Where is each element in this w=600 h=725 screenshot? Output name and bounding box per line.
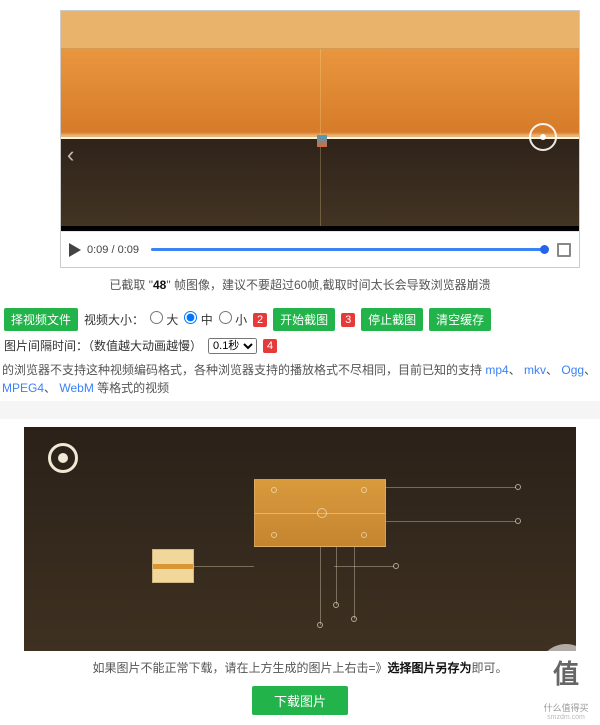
- download-button[interactable]: 下载图片: [252, 686, 348, 715]
- fullscreen-icon[interactable]: [557, 243, 571, 257]
- badge-3: 3: [341, 313, 355, 327]
- size-label: 视频大小：: [84, 311, 144, 328]
- diagram-block-small: [152, 549, 194, 583]
- interval-label: 图片间隔时间：（数值越大动画越慢）: [4, 337, 202, 354]
- format-link-mp4[interactable]: mp4: [485, 363, 508, 377]
- download-hint: 如果图片不能正常下载，请在上方生成的图片上右击=》选择图片另存为即可。: [4, 659, 596, 676]
- prev-arrow-icon[interactable]: ‹: [67, 142, 74, 168]
- target-ring-icon: [529, 123, 557, 151]
- target-ring-icon: [48, 443, 78, 473]
- video-time: 0:09 / 0:09: [87, 244, 139, 256]
- seek-bar[interactable]: [151, 248, 545, 251]
- capture-status: 已截取 "48" 帧图像，建议不要超过60帧,截取时间太长会导致浏览器崩溃: [4, 276, 596, 293]
- compat-note: 的浏览器不支持这种视频编码格式，各种浏览器支持的播放格式不尽相同，目前已知的支持…: [0, 357, 600, 401]
- size-medium-radio[interactable]: 中: [184, 311, 212, 328]
- format-link-webm[interactable]: WebM: [59, 381, 93, 395]
- stop-capture-button[interactable]: 停止截图: [361, 308, 423, 331]
- delay-select[interactable]: 0.1秒: [208, 338, 257, 354]
- format-link-ogg[interactable]: Ogg: [561, 363, 584, 377]
- format-link-mkv[interactable]: mkv: [524, 363, 546, 377]
- size-small-radio[interactable]: 小: [219, 311, 247, 328]
- video-frame: ‹: [61, 11, 579, 226]
- badge-4: 4: [263, 339, 277, 353]
- clear-cache-button[interactable]: 清空缓存: [429, 308, 491, 331]
- start-capture-button[interactable]: 开始截图: [273, 308, 335, 331]
- badge-2: 2: [253, 313, 267, 327]
- video-player[interactable]: ‹ 0:09 / 0:09: [60, 10, 580, 268]
- options-toolbar: 择视频文件 视频大小： 大 中 小 2 开始截图 3 停止截图 清空缓存 图片间…: [0, 305, 600, 357]
- choose-file-button[interactable]: 择视频文件: [4, 308, 78, 331]
- video-controls: 0:09 / 0:09: [61, 231, 579, 267]
- output-preview: [24, 427, 576, 651]
- format-link-mpeg4[interactable]: MPEG4: [2, 381, 44, 395]
- play-icon[interactable]: [69, 243, 81, 257]
- size-large-radio[interactable]: 大: [150, 311, 178, 328]
